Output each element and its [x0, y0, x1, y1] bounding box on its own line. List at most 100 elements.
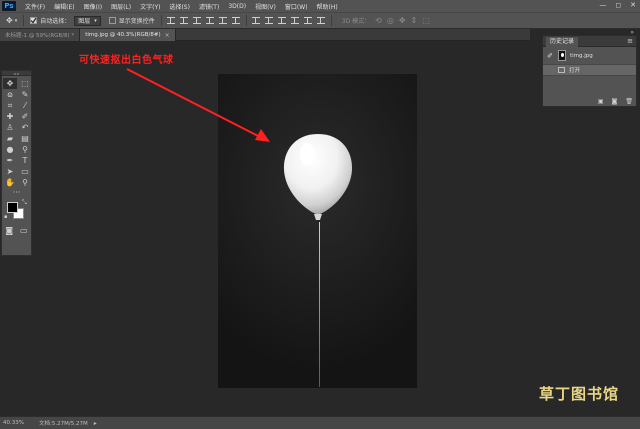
distribute-right-icon[interactable] — [316, 17, 325, 24]
marquee-tool-icon[interactable]: ⬚ — [18, 78, 32, 89]
history-source-brush-icon[interactable]: ✐ — [546, 52, 554, 60]
history-snapshot[interactable]: ✐ timg.jpg — [543, 47, 636, 65]
tools-panel: ◂◂ ✥ ⬚ ɷ ✎ ⌗ ⁄ ✚ ✐ ♙ ↶ ▰ ▤ ● ⚲ ✒ T ➤ ▭ ✋… — [1, 70, 32, 256]
clone-stamp-tool-icon[interactable]: ♙ — [3, 122, 17, 133]
align-top-icon[interactable] — [166, 17, 175, 24]
status-menu-icon[interactable]: ▸ — [94, 420, 97, 427]
history-brush-tool-icon[interactable]: ↶ — [18, 122, 32, 133]
rectangle-tool-icon[interactable]: ▭ — [18, 167, 32, 178]
separator — [23, 15, 25, 26]
separator — [160, 15, 162, 26]
menu-edit[interactable]: 编辑(E) — [54, 2, 74, 11]
3d-drag-icon[interactable]: ✥ — [399, 16, 406, 25]
zoom-level[interactable]: 40.33% — [3, 420, 29, 426]
annotation-label: 可快速抠出白色气球 — [79, 55, 174, 66]
gradient-tool-icon[interactable]: ▤ — [18, 133, 32, 144]
screen-mode-icon[interactable]: ▭ — [20, 226, 28, 235]
maximize-icon[interactable]: ◻ — [615, 1, 621, 9]
camera-icon[interactable]: ◙ — [612, 98, 618, 105]
menu-bar: Ps 文件(F) 编辑(E) 图像(I) 图层(L) 文字(Y) 选择(S) 滤… — [0, 0, 640, 12]
auto-select-target-dropdown[interactable]: 图层 ▾ — [74, 15, 101, 26]
foreground-color-swatch[interactable] — [7, 201, 18, 213]
quick-mask-icon[interactable]: ◙ — [5, 226, 13, 235]
snapshot-thumbnail — [558, 50, 566, 61]
path-selection-tool-icon[interactable]: ➤ — [3, 167, 17, 178]
tab-label: timg.jpg @ 40.3%(RGB/8#) — [85, 32, 161, 38]
pen-tool-icon[interactable]: ✒ — [3, 156, 17, 167]
canvas-area[interactable] — [34, 41, 530, 416]
lasso-tool-icon[interactable]: ɷ — [3, 89, 17, 100]
menu-view[interactable]: 视图(V) — [255, 2, 276, 11]
close-icon[interactable]: × — [165, 32, 170, 39]
blur-tool-icon[interactable]: ● — [3, 145, 17, 156]
menu-help[interactable]: 帮助(H) — [317, 2, 338, 11]
distribute-center-icon[interactable] — [264, 17, 273, 24]
align-left-icon[interactable] — [205, 17, 214, 24]
tab-untitled[interactable]: 未标题-1 @ 59%(RGB/8) * — [0, 29, 81, 41]
distribute-bottom-icon[interactable] — [277, 17, 286, 24]
show-transform-label: 显示变换控件 — [118, 18, 155, 25]
3d-slide-icon[interactable]: ⇕ — [411, 16, 418, 25]
eyedropper-tool-icon[interactable]: ⁄ — [18, 100, 32, 111]
balloon-string — [319, 222, 320, 387]
tab-timg[interactable]: timg.jpg @ 40.3%(RGB/8#) × — [80, 29, 176, 41]
tab-label: 未标题-1 @ 59%(RGB/8) * — [5, 33, 75, 39]
more-tools-icon[interactable]: ··· — [2, 188, 31, 196]
distribute-left-icon[interactable] — [290, 17, 299, 24]
eraser-tool-icon[interactable]: ▰ — [3, 133, 17, 144]
tool-preset-dropdown-icon[interactable]: ▾ — [15, 18, 18, 24]
align-right-icon[interactable] — [231, 17, 240, 24]
menu-layer[interactable]: 图层(L) — [111, 2, 131, 11]
history-step[interactable]: 打开 — [543, 65, 636, 76]
document-size: 文档:5.27M/5.27M — [39, 421, 88, 427]
window-controls: — ◻ ✕ — [599, 1, 636, 9]
history-panel-header: 历史记录 ≡ — [543, 36, 636, 47]
photoshop-logo: Ps — [2, 1, 16, 11]
history-tab[interactable]: 历史记录 — [546, 36, 579, 47]
options-bar: ✥ ▾ 自动选择： 图层 ▾ 显示变换控件 3D 模式： ⟲ ◎ ✥ ⇕ ⬚ — [0, 12, 640, 29]
new-document-from-state-icon[interactable]: ▣ — [598, 98, 604, 105]
move-tool-icon[interactable]: ✥ — [6, 16, 13, 25]
show-transform-checkbox[interactable] — [108, 17, 116, 24]
align-vertical-center-icon[interactable] — [179, 17, 188, 24]
white-balloon — [283, 134, 353, 220]
quick-selection-tool-icon[interactable]: ✎ — [18, 89, 32, 100]
document-image[interactable] — [218, 74, 417, 388]
dodge-tool-icon[interactable]: ⚲ — [18, 145, 32, 156]
default-colors-icon[interactable]: ▪ — [4, 214, 7, 220]
menu-file[interactable]: 文件(F) — [25, 2, 45, 11]
distribute-top-icon[interactable] — [251, 17, 260, 24]
brush-tool-icon[interactable]: ✐ — [18, 111, 32, 122]
align-horizontal-center-icon[interactable] — [218, 17, 227, 24]
3d-mode-label: 3D 模式： — [341, 18, 371, 25]
crop-tool-icon[interactable]: ⌗ — [3, 100, 17, 111]
history-step-label: 打开 — [569, 68, 581, 74]
trash-icon[interactable]: 🗑 — [625, 98, 633, 105]
zoom-tool-icon[interactable]: ⚲ — [18, 178, 32, 189]
watermark: 草丁图书馆 — [539, 385, 620, 403]
type-tool-icon[interactable]: T — [18, 156, 32, 167]
distribute-hcenter-icon[interactable] — [303, 17, 312, 24]
align-bottom-icon[interactable] — [192, 17, 201, 24]
healing-brush-tool-icon[interactable]: ✚ — [3, 111, 17, 122]
separator — [330, 15, 332, 26]
checkmark-icon — [30, 17, 37, 24]
open-step-icon — [558, 67, 565, 73]
minimize-icon[interactable]: — — [599, 1, 606, 9]
3d-roll-icon[interactable]: ◎ — [387, 16, 394, 25]
collapse-icon[interactable]: » — [630, 29, 634, 36]
menu-3d[interactable]: 3D(D) — [228, 3, 246, 10]
menu-filter[interactable]: 滤镜(T) — [199, 2, 219, 11]
close-icon[interactable]: ✕ — [630, 1, 636, 9]
swap-colors-icon[interactable]: ⤡ — [22, 199, 27, 207]
menu-window[interactable]: 窗口(W) — [285, 2, 308, 11]
panel-menu-icon[interactable]: ≡ — [627, 37, 633, 45]
menu-select[interactable]: 选择(S) — [169, 2, 190, 11]
menu-image[interactable]: 图像(I) — [84, 2, 102, 11]
3d-scale-icon[interactable]: ⬚ — [422, 16, 430, 25]
menu-type[interactable]: 文字(Y) — [140, 2, 160, 11]
3d-rotate-icon[interactable]: ⟲ — [375, 16, 382, 25]
move-tool-icon[interactable]: ✥ — [3, 78, 17, 90]
snapshot-label: timg.jpg — [570, 52, 593, 59]
auto-select-checkbox[interactable] — [30, 17, 38, 24]
